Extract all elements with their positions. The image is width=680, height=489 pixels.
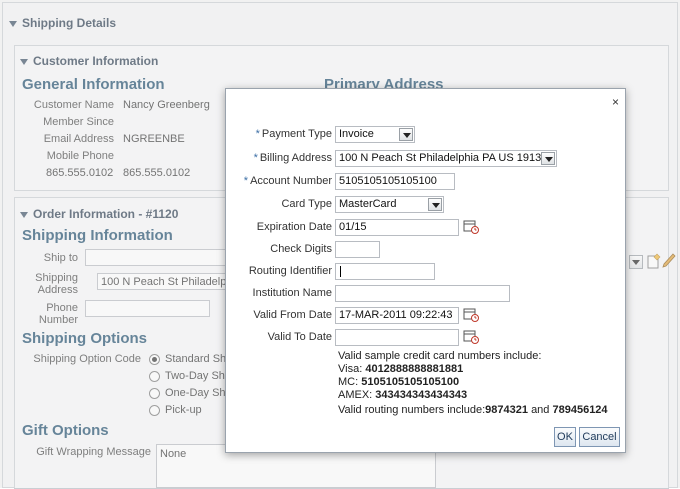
routing-identifier-input[interactable] [335, 263, 435, 280]
payment-dialog: × * Payment Type Invoice * Billing Address… [225, 88, 626, 453]
chevron-down-icon[interactable] [399, 128, 413, 141]
ok-button[interactable]: OK [554, 427, 576, 447]
payment-type-select[interactable]: Invoice [335, 126, 415, 143]
account-number-input[interactable]: 5105105105105100 [335, 173, 455, 190]
institution-name-label: Institution Name [252, 287, 332, 299]
expiration-date-label: Expiration Date [256, 221, 332, 233]
visa-note: Visa: 4012888888881881 [338, 363, 464, 375]
valid-from-date-label: Valid From Date [253, 309, 332, 321]
check-digits-input[interactable] [335, 241, 380, 258]
calendar-icon[interactable] [463, 307, 479, 322]
mc-note: MC: 5105105105105100 [338, 376, 460, 388]
routing-identifier-label: Routing Identifier [248, 265, 332, 277]
payment-type-label: * Payment Type [255, 128, 332, 140]
valid-to-date-input[interactable] [335, 329, 459, 346]
calendar-icon[interactable] [463, 329, 479, 344]
sample-card-note: Valid sample credit card numbers include… [338, 350, 542, 362]
calendar-icon[interactable] [463, 219, 479, 234]
billing-address-select[interactable]: 100 N Peach St Philadelphia PA US 19139 [335, 150, 557, 167]
valid-from-date-input[interactable]: 17-MAR-2011 09:22:43 [335, 307, 459, 324]
chevron-down-icon[interactable] [428, 198, 442, 211]
check-digits-label: Check Digits [270, 243, 332, 255]
institution-name-input[interactable] [335, 285, 510, 302]
chevron-down-icon[interactable] [541, 152, 555, 165]
amex-note: AMEX: 343434343434343 [338, 389, 468, 401]
card-type-label: Card Type [281, 198, 332, 210]
close-icon[interactable]: × [612, 95, 619, 109]
billing-address-label: * Billing Address [253, 152, 332, 164]
routing-numbers-note: Valid routing numbers include:9874321 an… [338, 404, 608, 416]
account-number-label: * Account Number [243, 175, 332, 187]
text-cursor [340, 266, 341, 277]
card-type-select[interactable]: MasterCard [335, 196, 444, 213]
cancel-button[interactable]: Cancel [579, 427, 620, 447]
expiration-date-input[interactable]: 01/15 [335, 219, 459, 236]
valid-to-date-label: Valid To Date [267, 331, 332, 343]
